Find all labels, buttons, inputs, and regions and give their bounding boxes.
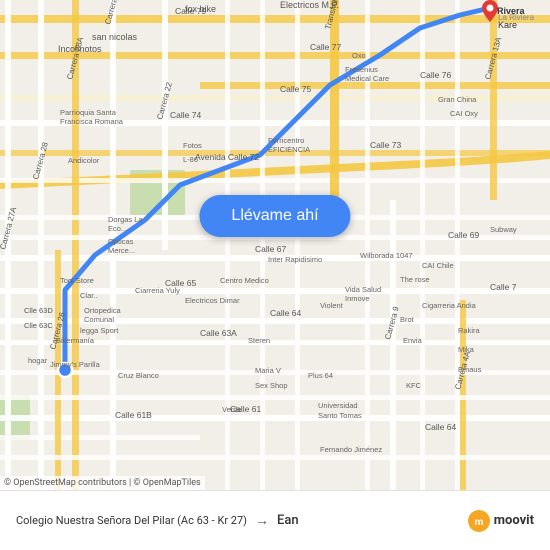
map-attribution: © OpenStreetMap contributors | © OpenMap…	[0, 476, 205, 490]
svg-text:Subway: Subway	[490, 225, 517, 234]
svg-text:Santo Tomas: Santo Tomas	[318, 411, 362, 420]
svg-text:Rakira: Rakira	[458, 326, 481, 335]
map-container: fox bike san nicolas Incolmotos Electric…	[0, 0, 550, 490]
map-svg: fox bike san nicolas Incolmotos Electric…	[0, 0, 550, 490]
svg-text:Dorgas La: Dorgas La	[108, 215, 143, 224]
svg-text:Electricos Dimar: Electricos Dimar	[185, 296, 240, 305]
svg-text:La Riviera: La Riviera	[498, 13, 535, 22]
navigate-button[interactable]: Llévame ahí	[199, 195, 350, 237]
svg-text:Calle 69: Calle 69	[448, 230, 479, 240]
moovit-icon: m	[468, 510, 490, 532]
svg-text:Calle 79: Calle 79	[175, 6, 206, 16]
svg-text:Calle 76: Calle 76	[420, 70, 451, 80]
svg-text:Ferricentro: Ferricentro	[268, 136, 304, 145]
svg-text:Clle 63C: Clle 63C	[24, 321, 53, 330]
svg-text:Francisca Romana: Francisca Romana	[60, 117, 124, 126]
svg-text:Violent: Violent	[320, 301, 344, 310]
origin-label: Colegio Nuestra Señora Del Pilar (Ac 63 …	[16, 514, 247, 527]
svg-text:Calle 7: Calle 7	[490, 282, 517, 292]
svg-text:Calle 77: Calle 77	[310, 42, 341, 52]
svg-text:Universidad: Universidad	[318, 401, 358, 410]
svg-text:Tool Store: Tool Store	[60, 276, 94, 285]
svg-text:Bikermanía: Bikermanía	[56, 336, 95, 345]
svg-text:Ortopedica: Ortopedica	[84, 306, 122, 315]
svg-text:Calle 61B: Calle 61B	[115, 410, 152, 420]
svg-text:Gran China: Gran China	[438, 95, 477, 104]
svg-text:Envia: Envia	[403, 336, 423, 345]
svg-text:Calle 64: Calle 64	[270, 308, 301, 318]
svg-text:Steren: Steren	[248, 336, 270, 345]
svg-text:Cigarreria Andia: Cigarreria Andia	[422, 301, 477, 310]
svg-text:Comunal: Comunal	[84, 315, 114, 324]
svg-text:Eco...: Eco...	[108, 224, 127, 233]
svg-text:Inmove: Inmove	[345, 294, 370, 303]
svg-text:legga Sport: legga Sport	[80, 326, 119, 335]
svg-text:CAI Oxy: CAI Oxy	[450, 109, 478, 118]
svg-text:Calle 67: Calle 67	[255, 244, 286, 254]
svg-text:Fresenius: Fresenius	[345, 65, 378, 74]
svg-text:Calle 73: Calle 73	[370, 140, 401, 150]
svg-text:Clle 63D: Clle 63D	[24, 306, 53, 315]
svg-text:Parrioquia Santa: Parrioquia Santa	[60, 108, 117, 117]
svg-text:Maria V: Maria V	[255, 366, 281, 375]
svg-text:Centro Medico: Centro Medico	[220, 276, 269, 285]
arrow-icon: →	[255, 512, 269, 529]
svg-text:Merce...: Merce...	[108, 246, 135, 255]
svg-text:Medical Care: Medical Care	[345, 74, 389, 83]
svg-text:Sex Shop: Sex Shop	[255, 381, 288, 390]
svg-text:Calle 74: Calle 74	[170, 110, 201, 120]
svg-text:Avenida Calle 72: Avenida Calle 72	[195, 152, 259, 162]
svg-text:san nicolas: san nicolas	[92, 32, 138, 42]
moovit-brand: moovit	[494, 513, 534, 528]
svg-text:EFICIENCIA: EFICIENCIA	[268, 145, 310, 154]
svg-text:Calle 63A: Calle 63A	[200, 328, 237, 338]
svg-text:hogar: hogar	[28, 356, 48, 365]
destination-label: Ean	[277, 513, 299, 528]
svg-text:m: m	[474, 517, 483, 528]
svg-text:Inter Rapidisimo: Inter Rapidisimo	[268, 255, 322, 264]
svg-text:Fernando Jiménez: Fernando Jiménez	[320, 445, 382, 454]
svg-text:The rose: The rose	[400, 275, 430, 284]
moovit-logo: m moovit	[468, 510, 534, 532]
svg-text:Cruz Blanco: Cruz Blanco	[118, 371, 159, 380]
bottom-bar: Colegio Nuestra Señora Del Pilar (Ac 63 …	[0, 490, 550, 550]
route-info: Colegio Nuestra Señora Del Pilar (Ac 63 …	[16, 512, 456, 529]
svg-text:CAI Chile: CAI Chile	[422, 261, 454, 270]
svg-text:Jimmy's Parilla: Jimmy's Parilla	[50, 360, 101, 369]
svg-text:Fotos: Fotos	[183, 141, 202, 150]
svg-text:Calle 64: Calle 64	[425, 422, 456, 432]
svg-text:L-86: L-86	[183, 155, 198, 164]
svg-text:Verde: Verde	[222, 405, 242, 414]
svg-text:Vida Salud: Vida Salud	[345, 285, 381, 294]
svg-text:Andicolor: Andicolor	[68, 156, 100, 165]
svg-text:Oxo: Oxo	[352, 51, 366, 60]
svg-text:Opticas: Opticas	[108, 237, 134, 246]
svg-text:Ciarreria Yuly: Ciarreria Yuly	[135, 286, 180, 295]
svg-text:KFC: KFC	[406, 381, 422, 390]
svg-text:Clar..: Clar..	[80, 291, 98, 300]
svg-text:Brot: Brot	[400, 315, 415, 324]
svg-text:Calle 75: Calle 75	[280, 84, 311, 94]
svg-text:Plus 64: Plus 64	[308, 371, 333, 380]
svg-text:Wilborada 1047: Wilborada 1047	[360, 251, 413, 260]
